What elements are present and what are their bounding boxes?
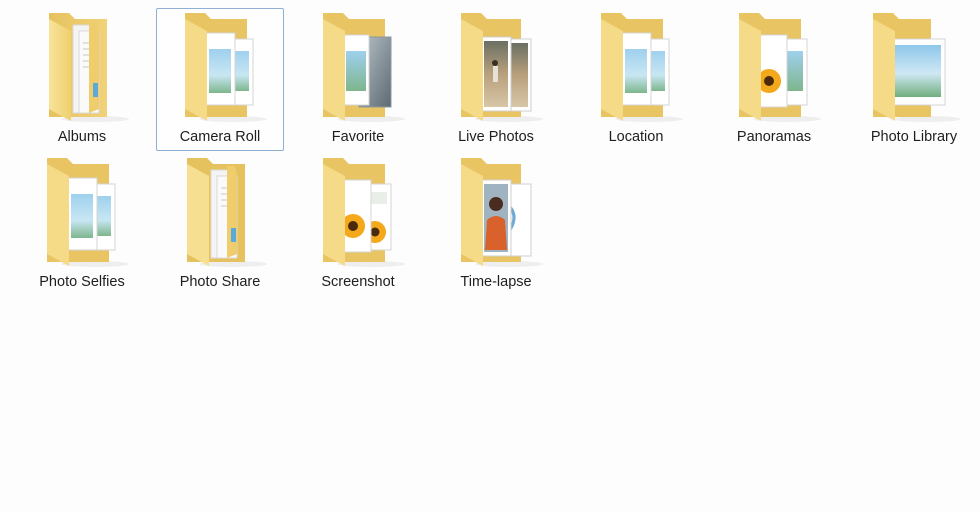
folder-label: Camera Roll bbox=[179, 129, 261, 145]
folder-label: Photo Share bbox=[179, 274, 261, 290]
folder-item-time-lapse[interactable]: Time-lapse bbox=[432, 153, 560, 296]
folder-photos-icon bbox=[171, 9, 271, 127]
folder-item-panoramas[interactable]: Panoramas bbox=[710, 8, 838, 151]
folder-item-location[interactable]: Location bbox=[572, 8, 700, 151]
folder-item-screenshot[interactable]: Screenshot bbox=[294, 153, 422, 296]
folder-label: Photo Library bbox=[870, 129, 958, 145]
folder-documents-icon bbox=[33, 9, 133, 127]
folder-label: Photo Selfies bbox=[39, 274, 125, 290]
folder-item-albums[interactable]: Albums bbox=[18, 8, 146, 151]
folder-item-favorite[interactable]: Favorite bbox=[294, 8, 422, 151]
folder-flower-photo-icon bbox=[309, 154, 409, 272]
file-explorer-view: Albums Camera Roll Favorite Live Photos … bbox=[0, 0, 980, 513]
folder-item-photo-library[interactable]: Photo Library bbox=[850, 8, 978, 151]
folder-photos-icon bbox=[587, 9, 687, 127]
folder-label: Time-lapse bbox=[460, 274, 532, 290]
folder-label: Live Photos bbox=[458, 129, 534, 145]
folder-label: Favorite bbox=[331, 129, 385, 145]
folder-beach-photo-icon bbox=[447, 9, 547, 127]
folder-photos-icon bbox=[33, 154, 133, 272]
folder-flower-photo-icon bbox=[725, 9, 825, 127]
folder-documents-icon bbox=[171, 154, 271, 272]
folder-label: Albums bbox=[57, 129, 107, 145]
folder-label: Location bbox=[608, 129, 664, 145]
folder-photo-gray-icon bbox=[309, 9, 409, 127]
folder-label: Screenshot bbox=[321, 274, 395, 290]
folder-landscape-icon bbox=[865, 9, 965, 127]
folder-item-photo-selfies[interactable]: Photo Selfies bbox=[18, 153, 146, 296]
folder-label: Panoramas bbox=[736, 129, 812, 145]
folder-item-camera-roll[interactable]: Camera Roll bbox=[156, 8, 284, 151]
folder-item-photo-share[interactable]: Photo Share bbox=[156, 153, 284, 296]
folder-person-photo-icon bbox=[447, 154, 547, 272]
folder-item-live-photos[interactable]: Live Photos bbox=[432, 8, 560, 151]
